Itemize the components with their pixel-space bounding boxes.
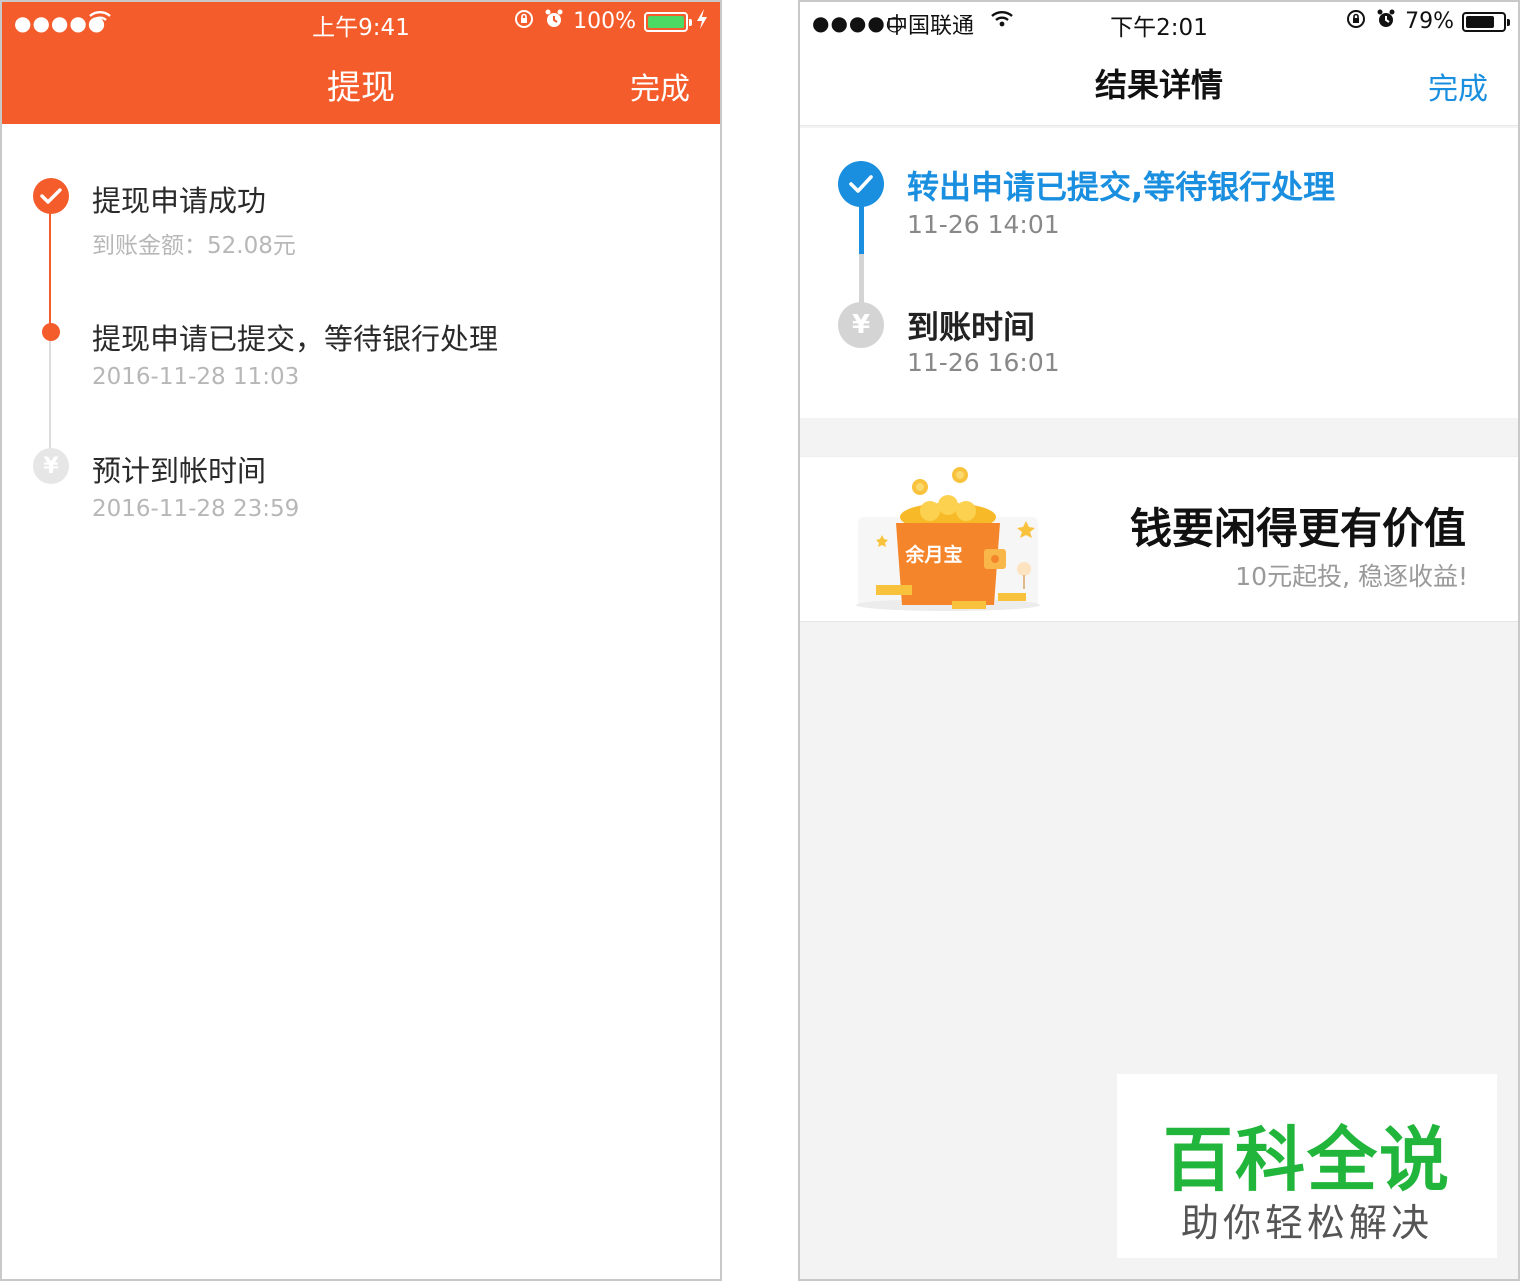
step-3-time: 2016-11-28 23:59 [92, 496, 300, 522]
watermark-subtitle: 助你轻松解决 [1180, 1201, 1433, 1245]
watermark-logo: 百科全说 助你轻松解决 [1117, 1074, 1497, 1258]
step-2-title: 提现申请已提交，等待银行处理 [92, 322, 499, 356]
timeline-line-pending [49, 332, 51, 462]
page-title: 提现 [327, 68, 395, 108]
left-phone-screen: ●●●●● 上午9:41 100% 提现 完成 提现申请成功 到账金额：52.0… [0, 0, 722, 1281]
step-1-title: 转出申请已提交,等待银行处理 [907, 168, 1336, 206]
banner-subtitle: 10元起投, 稳逐收益! [1235, 562, 1468, 591]
check-circle-icon [838, 161, 884, 207]
alarm-icon [1375, 8, 1397, 35]
step-2-title: 到账时间 [907, 308, 1036, 346]
check-circle-icon [33, 178, 69, 214]
step-3-title: 预计到帐时间 [92, 454, 267, 488]
step-2-time: 11-26 16:01 [907, 348, 1060, 377]
done-button[interactable]: 完成 [1428, 64, 1488, 108]
wallet-label: 余月宝 [904, 543, 962, 566]
page-title: 结果详情 [1094, 66, 1223, 104]
battery-icon [644, 11, 692, 32]
current-step-dot-icon [42, 323, 60, 341]
step-1-title: 提现申请成功 [92, 184, 267, 218]
yen-circle-icon: ¥ [33, 448, 69, 484]
promo-banner[interactable]: 余月宝 钱要闲得更有价值 10元起投, 稳逐收益! [800, 456, 1518, 622]
rotation-lock-icon [513, 8, 535, 35]
right-status-bar: ●●●●○ 中国联通 下午2:01 79% [800, 2, 1518, 44]
alarm-icon [543, 8, 565, 35]
timeline-line-active [49, 212, 51, 332]
watermark-title: 百科全说 [1163, 1119, 1451, 1201]
left-status-bar: ●●●●● 上午9:41 100% [2, 2, 720, 44]
rotation-lock-icon [1345, 8, 1367, 35]
battery-percent: 79% [1405, 9, 1454, 34]
battery-percent: 100% [573, 9, 636, 34]
yen-circle-icon: ¥ [838, 302, 884, 348]
banner-title: 钱要闲得更有价值 [1129, 504, 1466, 553]
right-header: ●●●●○ 中国联通 下午2:01 79% 结果详情 完成 [800, 2, 1518, 126]
coin-wallet-illustration: 余月宝 [848, 457, 1048, 617]
timeline-line-active [859, 202, 864, 254]
charging-bolt-icon [696, 8, 708, 35]
battery-icon [1462, 11, 1510, 32]
done-button[interactable]: 完成 [630, 64, 690, 108]
timeline-line-pending [859, 254, 864, 306]
step-2-time: 2016-11-28 11:03 [92, 364, 300, 390]
left-header: ●●●●● 上午9:41 100% 提现 完成 [2, 2, 720, 124]
step-1-time: 11-26 14:01 [907, 210, 1060, 239]
step-1-amount: 到账金额：52.08元 [92, 233, 296, 259]
right-phone-screen: ●●●●○ 中国联通 下午2:01 79% 结果详情 完成 转出申请已提交,等待… [798, 0, 1520, 1281]
